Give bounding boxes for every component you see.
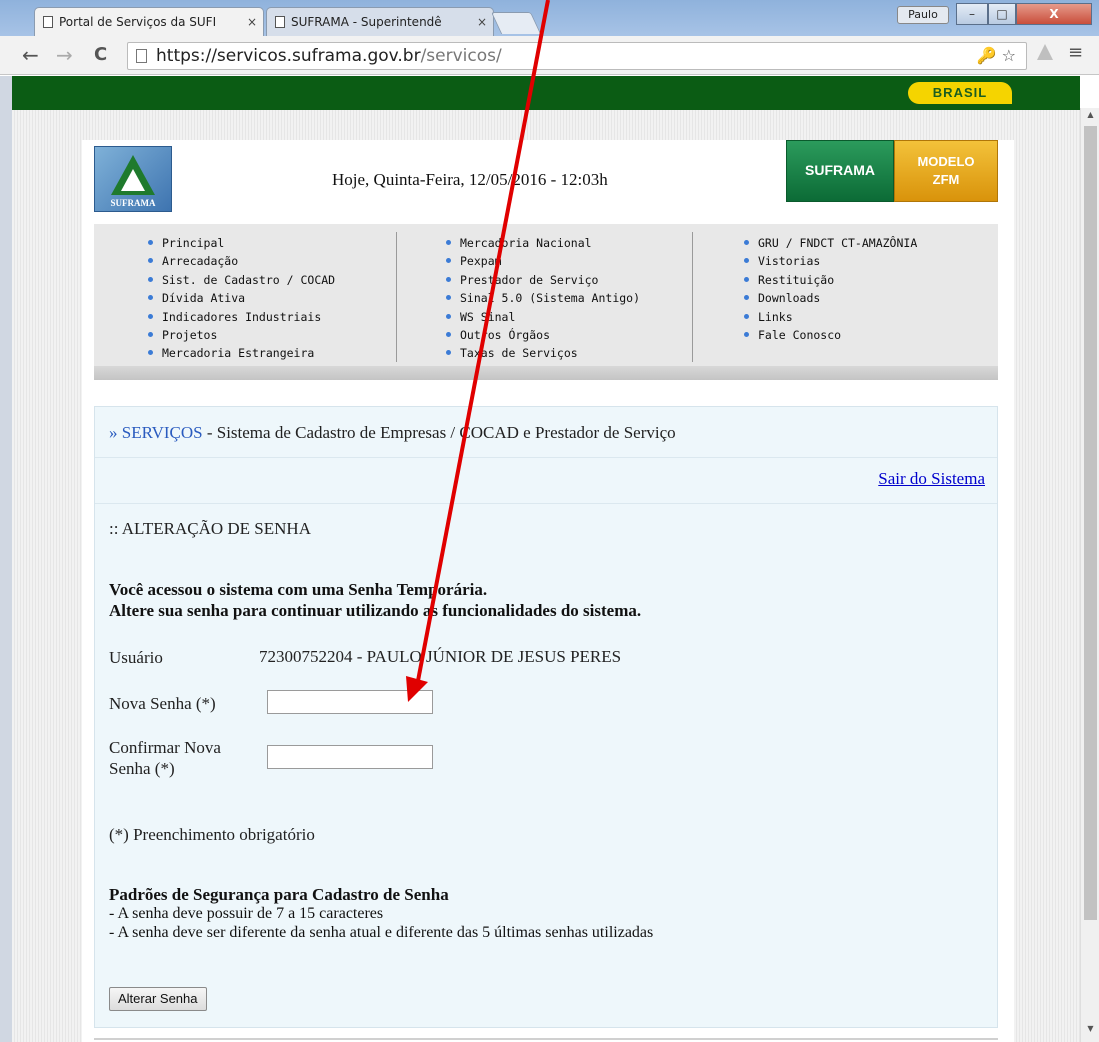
site-header: SUFRAMA Hoje, Quinta-Feira, 12/05/2016 -… [82,140,1014,224]
suframa-button[interactable]: SUFRAMA [786,140,894,202]
page-viewport: BRASIL SUFRAMA Hoje, Quinta-Feira, 12/05… [0,76,1080,1042]
back-button[interactable]: ← [22,42,39,68]
breadcrumb: » SERVIÇOS - Sistema de Cadastro de Empr… [109,423,676,442]
nav-item-restituicao[interactable]: Restituição [744,271,917,289]
address-bar[interactable]: https://servicos.suframa.gov.br/servicos… [127,42,1027,70]
modelo-zfm-button[interactable]: MODELO ZFM [894,140,998,202]
rule-item: - A senha deve possuir de 7 a 15 caracte… [109,905,384,922]
required-note: (*) Preenchimento obrigatório [109,825,315,844]
tab-suframa[interactable]: SUFRAMA - Superintendê × [266,7,494,36]
tab-portal-servicos[interactable]: Portal de Serviços da SUFI × [34,7,264,36]
tab-close-icon[interactable]: × [247,8,257,36]
rules-title: Padrões de Segurança para Cadastro de Se… [109,885,449,904]
close-window-button[interactable]: X [1016,3,1092,25]
nav-item-divida-ativa[interactable]: Dívida Ativa [148,289,335,307]
scroll-thumb[interactable] [1084,126,1097,920]
logout-link[interactable]: Sair do Sistema [878,469,985,489]
menu-icon[interactable]: ≡ [1068,42,1083,63]
tab-title: SUFRAMA - Superintendê [291,15,442,29]
nav-divider [692,232,693,362]
user-label: Usuário [109,648,163,667]
vertical-scrollbar[interactable]: ▲ ▼ [1080,108,1099,1042]
forward-button[interactable]: → [56,42,73,68]
main-nav: Principal Arrecadação Sist. de Cadastro … [94,224,998,380]
nav-item-sinal[interactable]: Sinal 5.0 (Sistema Antigo) [446,289,640,307]
password-change-panel: » SERVIÇOS - Sistema de Cadastro de Empr… [94,406,998,1028]
nav-item-ws-sinal[interactable]: WS Sinal [446,308,640,326]
window-titlebar: Portal de Serviços da SUFI × SUFRAMA - S… [0,0,1099,36]
logo-text: SUFRAMA [110,198,156,208]
section-title: :: ALTERAÇÃO DE SENHA [109,519,311,538]
new-password-input[interactable] [267,690,433,714]
nav-column-2: Mercadoria Nacional Pexpam Prestador de … [446,234,640,363]
nav-item-gru[interactable]: GRU / FNDCT CT-AMAZÔNIA [744,234,917,252]
change-password-button[interactable]: Alterar Senha [109,987,207,1011]
tab-title: Portal de Serviços da SUFI [59,15,217,29]
rule-item: - A senha deve ser diferente da senha at… [109,924,654,941]
nav-item-downloads[interactable]: Downloads [744,289,917,307]
tab-close-icon[interactable]: × [477,8,487,36]
footer-divider [94,1038,998,1040]
nav-item-taxas-servicos[interactable]: Taxas de Serviços [446,344,640,362]
document-icon [275,16,285,28]
nav-item-indicadores[interactable]: Indicadores Industriais [148,308,335,326]
nav-item-mercadoria-nacional[interactable]: Mercadoria Nacional [446,234,640,252]
divider [95,457,997,458]
nav-divider [396,232,397,362]
nav-item-outros-orgaos[interactable]: Outros Órgãos [446,326,640,344]
url-text[interactable]: https://servicos.suframa.gov.br/servicos… [156,46,502,66]
scroll-down-arrow-icon[interactable]: ▼ [1081,1024,1099,1038]
new-tab-button[interactable] [490,12,542,34]
temporary-password-notice: Você acessou o sistema com uma Senha Tem… [109,580,642,620]
user-value: 72300752204 - PAULO JÚNIOR DE JESUS PERE… [259,647,622,666]
page-container: SUFRAMA Hoje, Quinta-Feira, 12/05/2016 -… [82,140,1014,1042]
confirm-password-label: Confirmar Nova Senha (*) [109,738,221,778]
breadcrumb-link[interactable]: » SERVIÇOS [109,423,203,442]
nav-item-arrecadacao[interactable]: Arrecadação [148,252,335,270]
profile-button[interactable]: Paulo [897,6,949,24]
nav-item-links[interactable]: Links [744,308,917,326]
document-icon [43,16,53,28]
brasil-badge[interactable]: BRASIL [908,82,1012,104]
nav-item-pexpam[interactable]: Pexpam [446,252,640,270]
nav-item-prestador-servico[interactable]: Prestador de Serviço [446,271,640,289]
nav-bottom-shadow [94,366,998,380]
window-left-edge [0,76,12,1042]
reload-button[interactable]: C [94,42,107,68]
password-rules: Padrões de Segurança para Cadastro de Se… [109,885,653,942]
nav-column-1: Principal Arrecadação Sist. de Cadastro … [148,234,335,363]
nav-item-cocad[interactable]: Sist. de Cadastro / COCAD [148,271,335,289]
page-icon [136,49,147,63]
minimize-button[interactable]: – [956,3,988,25]
nav-item-vistorias[interactable]: Vistorias [744,252,917,270]
new-password-label: Nova Senha (*) [109,694,216,713]
divider [95,503,997,504]
date-line: Hoje, Quinta-Feira, 12/05/2016 - 12:03h [332,170,608,189]
nav-item-mercadoria-estrangeira[interactable]: Mercadoria Estrangeira [148,344,335,362]
nav-column-3: GRU / FNDCT CT-AMAZÔNIA Vistorias Restit… [744,234,917,344]
nav-item-fale-conosco[interactable]: Fale Conosco [744,326,917,344]
suframa-logo[interactable]: SUFRAMA [94,146,172,212]
nav-item-principal[interactable]: Principal [148,234,335,252]
nav-item-projetos[interactable]: Projetos [148,326,335,344]
confirm-password-input[interactable] [267,745,433,769]
scroll-up-arrow-icon[interactable]: ▲ [1081,110,1099,124]
browser-toolbar: ← → C https://servicos.suframa.gov.br/se… [0,36,1099,75]
bookmark-star-icon[interactable]: 🔑 ☆ [977,46,1016,65]
maximize-button[interactable]: □ [988,3,1016,25]
